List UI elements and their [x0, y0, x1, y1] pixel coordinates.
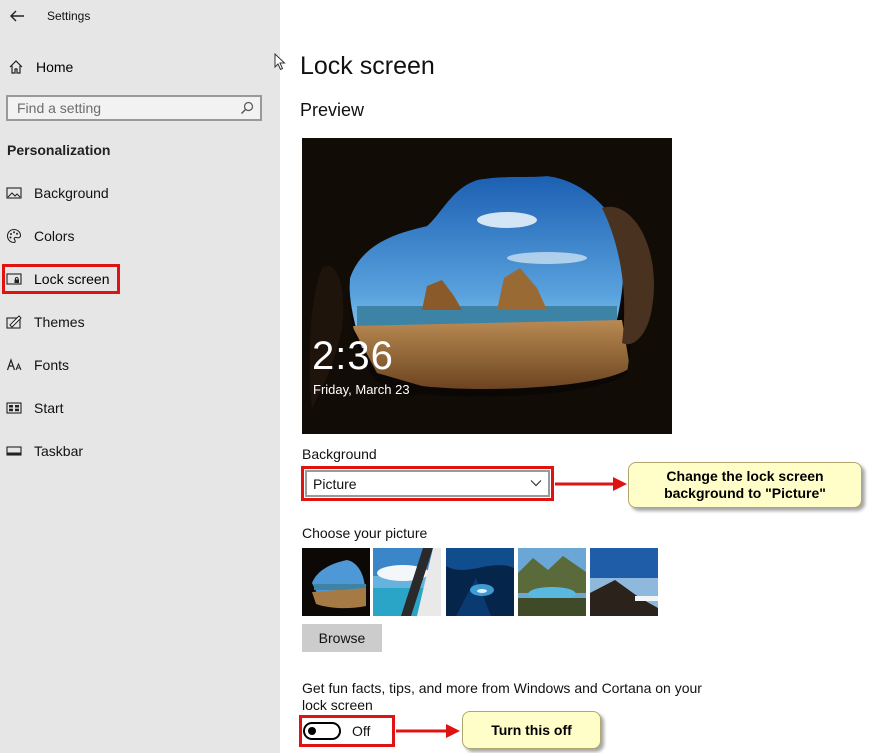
choose-picture-label: Choose your picture: [302, 525, 428, 541]
thumbnail-image: [590, 548, 658, 616]
thumbnail-image: [446, 548, 514, 616]
picture-thumbnail[interactable]: [446, 548, 514, 616]
sidebar-item-lock-screen[interactable]: Lock screen: [0, 264, 280, 294]
sidebar-item-label: Themes: [34, 314, 85, 330]
home-icon: [9, 60, 23, 74]
sidebar-item-label: Lock screen: [34, 271, 110, 287]
back-arrow-icon[interactable]: [8, 7, 26, 25]
palette-icon: [6, 228, 22, 244]
preview-date: Friday, March 23: [313, 382, 410, 397]
preview-time: 2:36: [312, 334, 394, 378]
sidebar-item-label: Taskbar: [34, 443, 84, 459]
toggle-state-label: Off: [352, 723, 371, 739]
start-icon: [6, 402, 22, 414]
sidebar-item-home[interactable]: Home: [8, 56, 73, 78]
section-heading-personalization: Personalization: [7, 142, 111, 158]
sidebar-item-taskbar[interactable]: Taskbar: [0, 436, 280, 466]
fun-facts-toggle[interactable]: [303, 722, 341, 740]
fonts-icon: [6, 358, 22, 371]
picture-thumbnail[interactable]: [373, 548, 441, 616]
browse-button[interactable]: Browse: [302, 624, 382, 652]
thumbnail-image: [373, 548, 441, 616]
picture-thumbnail[interactable]: [302, 548, 370, 616]
picture-thumbnail[interactable]: [518, 548, 586, 616]
settings-sidebar: Settings Home Personalization Background…: [0, 0, 280, 753]
lock-screen-icon: [6, 273, 22, 285]
themes-icon: [6, 315, 22, 329]
background-dropdown[interactable]: Picture: [305, 470, 550, 497]
thumbnail-image: [518, 548, 586, 616]
chevron-down-icon: [530, 480, 542, 487]
search-input[interactable]: [8, 97, 237, 119]
arrow-icon: [396, 724, 460, 738]
background-dropdown-value: Picture: [313, 476, 357, 492]
picture-thumbnail[interactable]: [590, 548, 658, 616]
sidebar-item-themes[interactable]: Themes: [0, 307, 280, 337]
fun-facts-label: Get fun facts, tips, and more from Windo…: [302, 680, 702, 713]
sidebar-item-label: Start: [34, 400, 64, 416]
sidebar-item-label: Fonts: [34, 357, 70, 373]
callout-toggle: Turn this off: [462, 711, 601, 749]
lock-screen-preview: 2:36 Friday, March 23: [302, 138, 672, 434]
picture-icon: [6, 187, 22, 199]
taskbar-icon: [6, 446, 22, 456]
sidebar-item-background[interactable]: Background: [0, 178, 280, 208]
sidebar-item-home-label: Home: [36, 59, 74, 75]
sidebar-item-fonts[interactable]: Fonts: [0, 350, 280, 380]
page-title: Lock screen: [300, 52, 435, 80]
search-icon[interactable]: [240, 101, 254, 115]
app-title: Settings: [47, 9, 91, 23]
background-label: Background: [302, 446, 377, 462]
mouse-cursor-icon: [274, 53, 286, 71]
sidebar-item-label: Colors: [34, 228, 75, 244]
thumbnail-image: [302, 548, 370, 616]
preview-heading: Preview: [300, 100, 365, 120]
callout-background: Change the lock screen background to "Pi…: [628, 462, 862, 508]
sidebar-item-start[interactable]: Start: [0, 393, 280, 423]
arrow-icon: [555, 477, 627, 491]
sidebar-item-label: Background: [34, 185, 109, 201]
search-box[interactable]: [6, 95, 262, 121]
toggle-knob: [308, 727, 316, 735]
title-bar: Settings: [0, 0, 280, 34]
sidebar-item-colors[interactable]: Colors: [0, 221, 280, 251]
